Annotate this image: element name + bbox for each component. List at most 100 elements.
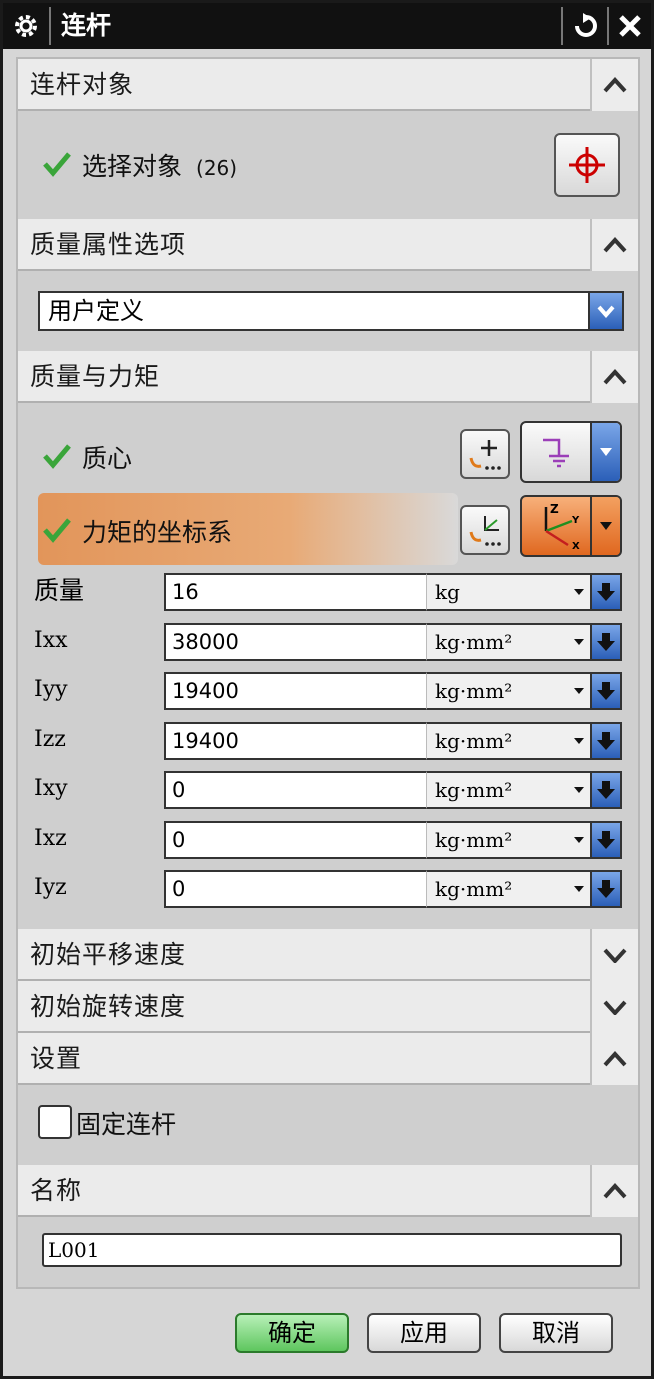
section-title: 设置 [30, 1044, 83, 1073]
check-icon [43, 152, 71, 177]
unit-text: kg·mm² [435, 877, 513, 901]
section-title: 质量与力矩 [30, 362, 161, 391]
chevron-down-icon [574, 638, 584, 645]
property-value-input[interactable]: 16 [164, 573, 426, 611]
axis-triad-icon: Z Y X [522, 497, 590, 555]
chevron-down-icon [574, 589, 584, 595]
window-title: 连杆 [61, 11, 112, 40]
unit-text: kg·mm² [435, 629, 513, 654]
property-name: Ixx [34, 627, 68, 653]
unit-select[interactable]: kg·mm² [426, 622, 590, 661]
unit-text: kg·mm² [435, 679, 513, 703]
point-type-select[interactable] [520, 421, 622, 483]
collapse-icon[interactable] [590, 351, 638, 403]
cancel-button[interactable]: 取消 [499, 1313, 613, 1353]
fixed-link-label[interactable]: 固定连杆 [76, 1105, 176, 1141]
mass-option-value: 用户定义 [48, 297, 144, 325]
unit-select[interactable]: kg [426, 573, 590, 611]
select-object-text: 选择对象 [82, 152, 183, 181]
select-object-button[interactable] [554, 133, 620, 197]
property-name: 质量 [34, 576, 85, 605]
chevron-down-icon [574, 836, 584, 843]
property-name: Ixz [34, 825, 67, 851]
section-header-name[interactable]: 名称 [18, 1165, 638, 1217]
unit-text: kg·mm² [435, 778, 513, 802]
unit-select[interactable]: kg·mm² [426, 820, 590, 859]
check-icon [43, 518, 71, 543]
dialog-panel: 连杆对象 选择对象 (26) 质量属性选项 用户定义 质量与力矩 质心 力矩的坐… [16, 57, 640, 1289]
down-arrow-icon[interactable] [590, 672, 622, 710]
check-icon [43, 444, 71, 469]
property-value-input[interactable]: 19400 [164, 721, 426, 760]
unit-select[interactable]: kg·mm² [426, 672, 590, 710]
section-header-mass-option[interactable]: 质量属性选项 [18, 219, 638, 271]
down-arrow-icon[interactable] [590, 771, 622, 809]
section-header-init-rotation[interactable]: 初始旋转速度 [18, 981, 638, 1033]
ok-button[interactable]: 确定 [235, 1313, 349, 1353]
gear-icon[interactable] [9, 9, 43, 43]
down-arrow-icon[interactable] [590, 622, 622, 661]
select-count: (26) [196, 156, 238, 180]
csys-label[interactable]: 力矩的坐标系 [82, 513, 232, 549]
chevron-down-icon[interactable] [590, 423, 620, 481]
property-value-input[interactable]: 0 [164, 820, 426, 859]
chevron-down-icon [574, 688, 584, 694]
property-name: Izz [34, 726, 66, 752]
select-object-label[interactable]: 选择对象 (26) [82, 147, 237, 183]
down-arrow-icon[interactable] [590, 870, 622, 908]
apply-button[interactable]: 应用 [367, 1313, 481, 1353]
property-row: Ixx 38000 kg·mm² [18, 621, 638, 661]
expand-icon[interactable] [590, 981, 638, 1033]
csys-type-select[interactable]: Z Y X [520, 495, 622, 557]
section-title: 质量属性选项 [30, 230, 187, 259]
property-value-input[interactable]: 19400 [164, 672, 426, 710]
crosshair-icon [569, 147, 605, 183]
section-title: 名称 [30, 1176, 83, 1205]
property-value-input[interactable]: 0 [164, 870, 426, 908]
property-name: Iyz [34, 875, 67, 900]
section-header-settings[interactable]: 设置 [18, 1033, 638, 1085]
collapse-icon[interactable] [590, 1165, 638, 1217]
unit-select[interactable]: kg·mm² [426, 870, 590, 908]
close-icon[interactable] [611, 7, 649, 45]
property-row: Izz 19400 kg·mm² [18, 720, 638, 760]
property-value-input[interactable]: 38000 [164, 622, 426, 661]
property-name: Iyy [34, 677, 68, 702]
section-header-mass-moment[interactable]: 质量与力矩 [18, 351, 638, 403]
collapse-icon[interactable] [590, 1033, 638, 1085]
section-title: 连杆对象 [30, 70, 135, 99]
chevron-down-icon[interactable] [588, 293, 622, 329]
section-header-init-translation[interactable]: 初始平移速度 [18, 929, 638, 981]
section-title: 初始旋转速度 [30, 992, 187, 1021]
csys-icon [469, 516, 501, 546]
point-dialog-button[interactable] [460, 429, 510, 479]
collapse-icon[interactable] [590, 59, 638, 111]
property-row: Ixz 0 kg·mm² [18, 819, 638, 859]
mass-option-select[interactable]: 用户定义 [38, 291, 624, 331]
ground-point-icon [522, 423, 590, 481]
property-value-input[interactable]: 0 [164, 771, 426, 809]
centroid-label[interactable]: 质心 [82, 439, 132, 475]
title-separator [49, 7, 51, 45]
property-row: Iyy 19400 kg·mm² [18, 670, 638, 710]
expand-icon[interactable] [590, 929, 638, 981]
chevron-down-icon[interactable] [590, 497, 620, 555]
chevron-down-icon [574, 737, 584, 744]
name-input[interactable]: L001 [42, 1233, 622, 1267]
section-header-link-object[interactable]: 连杆对象 [18, 59, 638, 111]
title-separator [561, 7, 563, 45]
down-arrow-icon[interactable] [590, 820, 622, 859]
property-row: Ixy 0 kg·mm² [18, 769, 638, 809]
title-bar: 连杆 [3, 3, 651, 49]
fixed-link-checkbox[interactable] [38, 1105, 72, 1139]
unit-text: kg·mm² [435, 827, 513, 852]
reset-icon[interactable] [567, 7, 605, 45]
chevron-down-icon [574, 886, 584, 892]
title-separator [607, 7, 609, 45]
unit-select[interactable]: kg·mm² [426, 721, 590, 760]
collapse-icon[interactable] [590, 219, 638, 271]
unit-select[interactable]: kg·mm² [426, 771, 590, 809]
csys-dialog-button[interactable] [460, 505, 510, 555]
down-arrow-icon[interactable] [590, 573, 622, 611]
down-arrow-icon[interactable] [590, 721, 622, 760]
